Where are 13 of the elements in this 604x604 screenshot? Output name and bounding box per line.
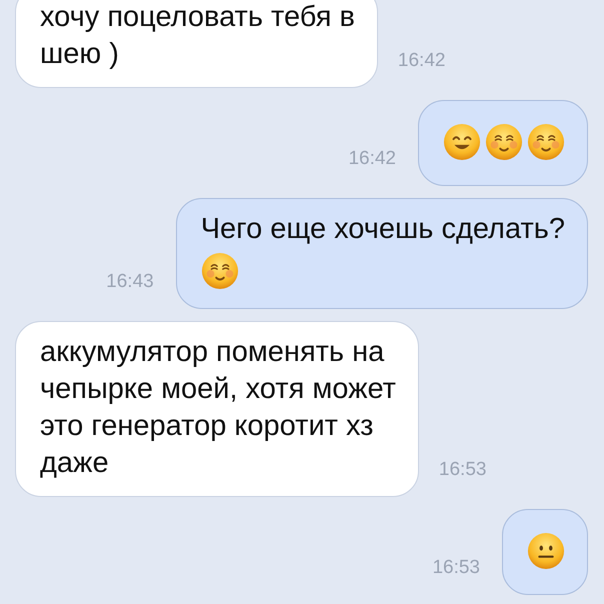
- message-time: 16:53: [438, 459, 486, 481]
- message-time: 16:42: [348, 148, 396, 170]
- blushing-face-icon: [527, 123, 565, 161]
- message-time: 16:42: [398, 50, 446, 72]
- message-text: Чего еще хочешь сделать?: [200, 212, 565, 247]
- blushing-face-icon: [485, 123, 523, 161]
- message-text: аккумулятор поменять на чепырке моей, хотя может это генератор коротит хз даже: [40, 335, 396, 481]
- neutral-face-icon: [527, 532, 565, 570]
- blushing-face-icon: [200, 252, 239, 290]
- message-text: хочу поцеловать тебя в шею ): [40, 0, 355, 72]
- message-time: 16:53: [432, 557, 480, 579]
- message-time: 16:43: [106, 271, 154, 293]
- smiling-face-icon: [443, 123, 481, 161]
